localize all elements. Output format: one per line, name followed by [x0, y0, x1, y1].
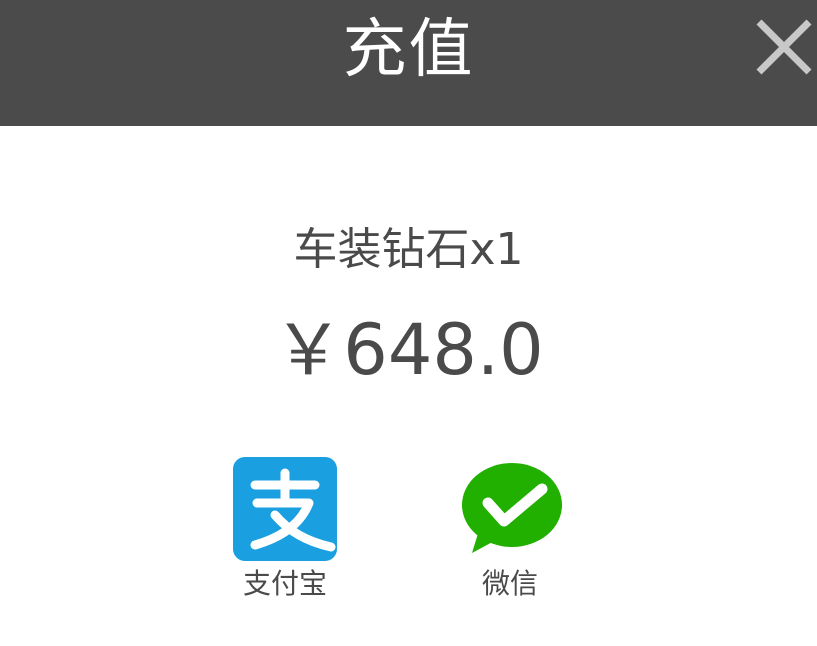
alipay-icon [233, 457, 337, 561]
product-name: 车装钻石x1 [293, 224, 524, 275]
alipay-label: 支付宝 [242, 567, 327, 600]
close-button[interactable] [749, 12, 817, 80]
product-price: ￥648.0 [273, 309, 544, 391]
wechat-pay-label: 微信 [481, 567, 538, 600]
dialog-title: 充值 [342, 13, 475, 87]
wechat-pay-option[interactable]: 微信 [450, 457, 570, 601]
close-icon [756, 19, 812, 75]
dialog-header: 充值 [0, 0, 817, 126]
alipay-option[interactable]: 支付宝 [225, 457, 345, 601]
wechat-pay-icon [462, 463, 562, 553]
